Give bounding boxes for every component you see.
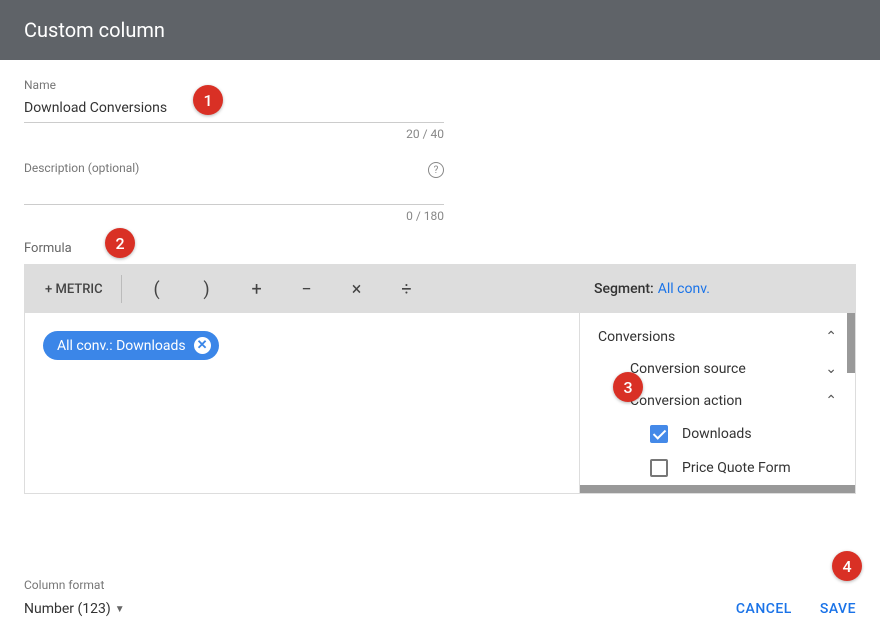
description-field-group: Description (optional) ? 0 / 180 bbox=[24, 161, 444, 223]
annotation-badge-2: 2 bbox=[105, 228, 135, 258]
op-open-paren[interactable]: ( bbox=[132, 279, 182, 300]
chevron-down-icon: ⌄ bbox=[825, 361, 837, 377]
formula-toolbar: + METRIC ( ) + − × ÷ bbox=[25, 265, 579, 313]
tree-conversions[interactable]: Conversions ⌃ bbox=[580, 321, 855, 353]
annotation-badge-1: 1 bbox=[193, 85, 223, 115]
dialog-header: Custom column bbox=[0, 0, 880, 60]
dialog-title: Custom column bbox=[24, 18, 165, 42]
chevron-up-icon: ⌃ bbox=[825, 393, 837, 409]
annotation-badge-3: 3 bbox=[613, 372, 643, 402]
formula-left-panel: + METRIC ( ) + − × ÷ All conv.: Download… bbox=[25, 265, 579, 493]
checkbox-price-quote[interactable]: Price Quote Form bbox=[580, 451, 855, 485]
op-divide[interactable]: ÷ bbox=[382, 279, 432, 300]
chip-label: All conv.: Downloads bbox=[57, 338, 186, 354]
op-multiply[interactable]: × bbox=[332, 279, 382, 300]
cancel-button[interactable]: CANCEL bbox=[736, 601, 792, 617]
checkbox-downloads[interactable]: Downloads bbox=[580, 417, 855, 451]
checkbox-checked-icon bbox=[650, 425, 668, 443]
segment-header: Segment: All conv. bbox=[580, 265, 855, 313]
segment-value[interactable]: All conv. bbox=[658, 281, 710, 297]
segment-tree: Conversions ⌃ Conversion source ⌄ Conver… bbox=[580, 313, 855, 493]
save-button[interactable]: SAVE bbox=[820, 601, 856, 617]
op-minus[interactable]: − bbox=[282, 279, 332, 300]
formula-label: Formula bbox=[24, 241, 856, 256]
formula-area: + METRIC ( ) + − × ÷ All conv.: Download… bbox=[24, 264, 856, 494]
name-label: Name bbox=[24, 78, 444, 92]
scrollbar-horizontal[interactable] bbox=[580, 485, 855, 493]
description-input[interactable] bbox=[24, 178, 444, 205]
add-metric-button[interactable]: + METRIC bbox=[37, 274, 111, 305]
dropdown-caret-icon: ▼ bbox=[115, 604, 125, 615]
description-label: Description (optional) bbox=[24, 161, 422, 175]
description-counter: 0 / 180 bbox=[24, 209, 444, 223]
dialog-footer: Column format Number (123) ▼ CANCEL SAVE bbox=[24, 578, 856, 617]
toolbar-divider bbox=[121, 275, 122, 303]
name-counter: 20 / 40 bbox=[24, 127, 444, 141]
metric-chip[interactable]: All conv.: Downloads ✕ bbox=[43, 331, 219, 360]
column-format-select[interactable]: Number (123) ▼ bbox=[24, 601, 125, 617]
chip-remove-icon[interactable]: ✕ bbox=[194, 337, 211, 354]
segment-label: Segment: bbox=[594, 281, 654, 297]
formula-canvas[interactable]: All conv.: Downloads ✕ bbox=[25, 313, 579, 491]
help-icon[interactable]: ? bbox=[428, 162, 444, 178]
op-plus[interactable]: + bbox=[232, 279, 282, 300]
scrollbar-vertical[interactable] bbox=[847, 313, 855, 373]
annotation-badge-4: 4 bbox=[832, 551, 862, 581]
name-input[interactable] bbox=[24, 96, 444, 123]
chevron-up-icon: ⌃ bbox=[825, 329, 837, 345]
op-close-paren[interactable]: ) bbox=[182, 279, 232, 300]
column-format-label: Column format bbox=[24, 578, 856, 592]
checkbox-unchecked-icon bbox=[650, 459, 668, 477]
name-field-group: Name 20 / 40 bbox=[24, 78, 444, 141]
dialog-actions: CANCEL SAVE bbox=[736, 601, 856, 617]
dialog-content: Name 20 / 40 Description (optional) ? 0 … bbox=[0, 60, 880, 494]
